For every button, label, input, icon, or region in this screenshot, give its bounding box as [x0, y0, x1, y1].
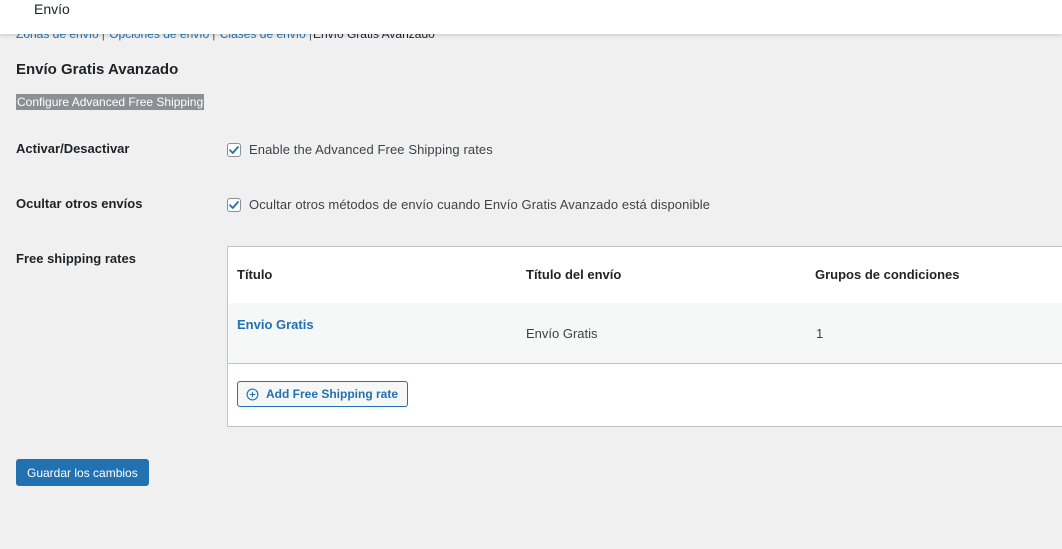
top-bar: Envío [0, 0, 1062, 34]
rate-condition-groups: 1 [816, 326, 824, 341]
section-title: Envío Gratis Avanzado [16, 61, 179, 78]
enable-checkbox-label: Enable the Advanced Free Shipping rates [249, 142, 493, 157]
rate-shipping-title: Envío Gratis [526, 326, 598, 341]
plus-circle-icon [246, 388, 259, 400]
add-button-label: Add Free Shipping rate [266, 387, 399, 401]
rate-title-link[interactable]: Envio Gratis [237, 317, 314, 332]
column-condition-groups: Grupos de condiciones [815, 267, 960, 282]
hide-others-checkbox[interactable] [227, 197, 241, 212]
checkmark-icon [229, 145, 239, 154]
add-free-shipping-rate-button[interactable]: Add Free Shipping rate [237, 381, 409, 407]
enable-checkbox-row[interactable]: Enable the Advanced Free Shipping rates [227, 142, 493, 157]
hide-others-label: Ocultar otros envíos [16, 196, 143, 211]
hide-others-checkbox-row[interactable]: Ocultar otros métodos de envío cuando En… [227, 197, 710, 212]
table-header: Título Título del envío Grupos de condic… [228, 247, 1062, 304]
hide-others-checkbox-label: Ocultar otros métodos de envío cuando En… [249, 197, 711, 212]
enable-checkbox[interactable] [227, 142, 241, 157]
rates-label: Free shipping rates [16, 251, 136, 266]
column-title: Título [237, 267, 273, 282]
table-row: Envio Gratis Envío Gratis 1 [228, 303, 1062, 364]
page-heading: Envío [34, 1, 70, 17]
checkmark-icon [229, 200, 239, 209]
section-description: Configure Advanced Free Shipping [16, 94, 205, 110]
enable-label: Activar/Desactivar [16, 141, 130, 156]
save-changes-button[interactable]: Guardar los cambios [16, 459, 149, 486]
column-shipping-title: Título del envío [526, 267, 622, 282]
free-shipping-rates-table: Título Título del envío Grupos de condic… [227, 246, 1062, 427]
